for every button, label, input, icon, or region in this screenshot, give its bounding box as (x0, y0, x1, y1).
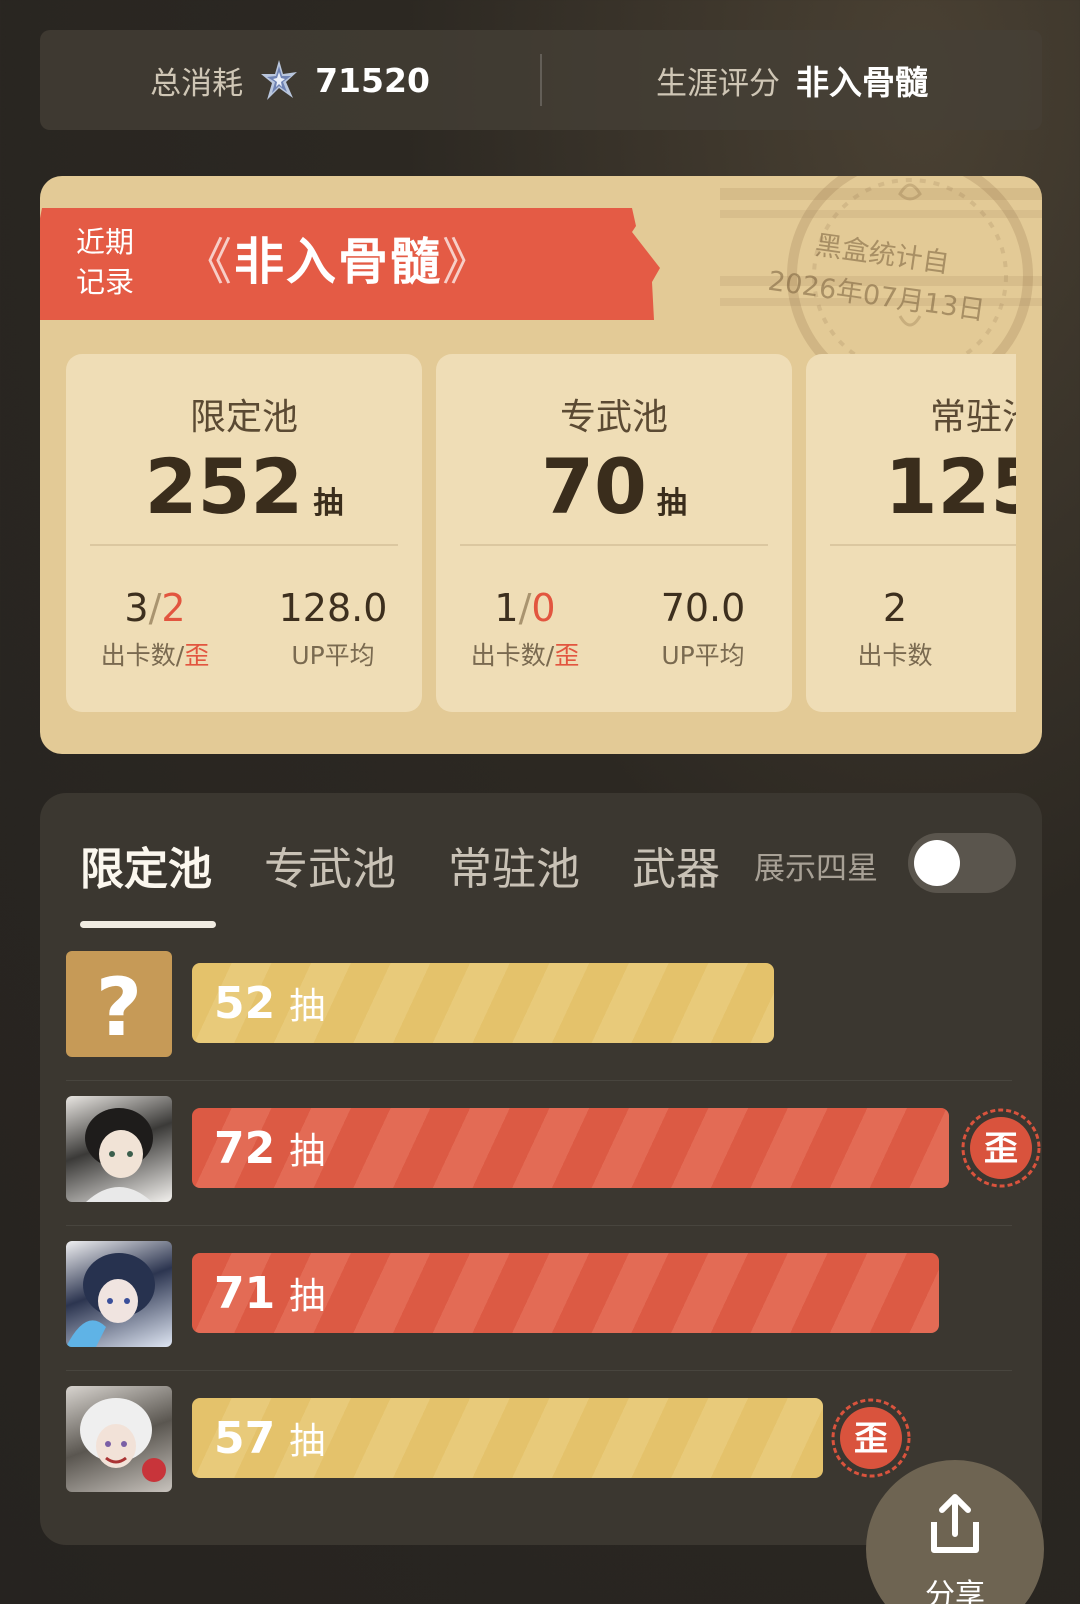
slash: / (148, 586, 162, 630)
pull-count: 52 (214, 977, 276, 1029)
ribbon-title: 《非入骨髓》 (182, 222, 494, 294)
out-count: 1 (494, 586, 519, 630)
pool-out-stat: 2 出卡数 (806, 586, 984, 672)
out-label: 出卡数/ (100, 641, 185, 670)
ribbon-label-line-1: 近期 (76, 225, 135, 259)
pull-count: 71 (214, 1267, 276, 1319)
career-score: 生涯评分 非入骨髓 (542, 56, 1042, 104)
recent-record-card: 黑盒统计自 2026年07月13日 近期 记录 《非入骨髓》 限定池 252 抽 … (40, 176, 1042, 754)
star-crystal-icon (261, 60, 298, 100)
pool-name: 限定池 (189, 397, 298, 438)
career-score-label: 生涯评分 (656, 65, 780, 102)
pool-avg-stat: 平均 (984, 586, 1016, 628)
pool-tabs: 限定池 专武池 常驻池 武器 (80, 833, 772, 897)
pull-bar: 71 抽 (192, 1253, 939, 1333)
laurel-left-icon: 《 (182, 233, 234, 291)
off-banner-badge-icon: 歪 (961, 1108, 1041, 1188)
wai-label: 歪 (554, 641, 580, 670)
tab-limited[interactable]: 限定池 (80, 833, 212, 897)
total-cost: 总消耗 71520 (40, 58, 540, 103)
wai-count: 0 (531, 586, 556, 630)
pool-count-number: 252 (144, 442, 304, 531)
history-row[interactable]: ? 52 抽 (66, 951, 1012, 1081)
character-avatar-3 (66, 1386, 172, 1492)
pull-unit: 抽 (289, 1131, 326, 1172)
pool-out-stat: 3/2 出卡数/歪 (66, 586, 244, 672)
avg-label: UP平均 (291, 641, 375, 670)
pool-avg-stat: 128.0 UP平均 (244, 586, 422, 672)
pull-bar: 57 抽 (192, 1398, 823, 1478)
pool-count-number: 125 (884, 442, 1016, 531)
tab-weapon[interactable]: 专武池 (264, 833, 396, 897)
pull-unit: 抽 (289, 1421, 326, 1462)
wai-label: 歪 (184, 641, 210, 670)
out-label: 出卡数/ (470, 641, 555, 670)
out-label: 出卡数 (857, 641, 933, 670)
pool-card-weapon[interactable]: 专武池 70 抽 1/0 出卡数/歪 70.0 UP平均 (436, 354, 792, 712)
pool-count: 125抽 (806, 442, 1016, 531)
active-tab-indicator (80, 921, 216, 928)
slash: / (518, 586, 532, 630)
wai-count: 2 (161, 586, 186, 630)
toggle-knob (914, 840, 960, 886)
pool-card-standard[interactable]: 常驻池 125抽 2 出卡数 平均 (806, 354, 1016, 712)
pull-count: 72 (214, 1122, 276, 1174)
pool-divider (460, 544, 768, 546)
pull-bar: 72 抽 (192, 1108, 949, 1188)
wai-badge-text: 歪 (984, 1129, 1018, 1169)
pool-count-number: 70 (541, 442, 647, 531)
ribbon-label-line-2: 记录 (76, 265, 135, 299)
pool-count-unit: 抽 (313, 486, 344, 521)
pool-name: 常驻池 (929, 397, 1016, 438)
ribbon-recent-label: 近期 记录 (76, 222, 134, 302)
svg-text:?: ? (96, 961, 142, 1054)
row-divider (66, 1370, 1012, 1371)
pull-unit: 抽 (289, 986, 326, 1027)
total-cost-value: 71520 (315, 60, 430, 100)
tab-standard[interactable]: 常驻池 (448, 833, 580, 897)
avg-value: 70.0 (660, 586, 746, 630)
avg-label: UP平均 (661, 641, 745, 670)
out-count: 2 (882, 586, 908, 630)
history-row[interactable]: 72 抽 歪 (66, 1096, 1041, 1226)
pool-divider (90, 544, 398, 546)
summary-bar: 总消耗 71520 生涯评分 非入骨髓 (40, 30, 1042, 130)
share-label: 分享 (925, 1578, 985, 1604)
pool-divider (830, 544, 1016, 546)
total-cost-label: 总消耗 (150, 65, 244, 102)
pool-card-limited[interactable]: 限定池 252 抽 3/2 出卡数/歪 128.0 UP平均 (66, 354, 422, 712)
row-divider (66, 1080, 1012, 1081)
history-row[interactable]: 57 抽 歪 (66, 1386, 1012, 1496)
pool-avg-stat: 70.0 UP平均 (614, 586, 792, 672)
pull-unit: 抽 (289, 1276, 326, 1317)
row-divider (66, 1225, 1012, 1226)
pool-count: 70 抽 (436, 442, 792, 531)
pool-out-stat: 1/0 出卡数/歪 (436, 586, 614, 672)
avg-label: 平均 (984, 592, 1016, 628)
ribbon-title-text: 非入骨髓 (234, 233, 442, 291)
wai-badge-text: 歪 (854, 1419, 888, 1459)
pool-count-unit: 抽 (656, 486, 687, 521)
show-four-star-toggle[interactable] (908, 833, 1016, 893)
character-avatar-1 (66, 1096, 172, 1202)
laurel-right-icon: 》 (442, 233, 494, 291)
career-score-value: 非入骨髓 (796, 63, 928, 102)
avg-value: 128.0 (278, 586, 388, 630)
off-banner-badge-icon: 歪 (831, 1398, 911, 1478)
show-four-star-label: 展示四星 (754, 851, 878, 887)
unknown-icon: ? (66, 951, 172, 1057)
pull-history-panel: 限定池 专武池 常驻池 武器 展示四星 ? 52 抽 72 抽 歪 71 抽 5… (40, 793, 1042, 1545)
share-icon (931, 1494, 979, 1553)
history-row[interactable]: 71 抽 (66, 1241, 1012, 1371)
pull-bar: 52 抽 (192, 963, 774, 1043)
pool-name: 专武池 (559, 397, 668, 438)
pool-count: 252 抽 (66, 442, 422, 531)
pool-carousel[interactable]: 限定池 252 抽 3/2 出卡数/歪 128.0 UP平均 专武池 70 抽 1/… (66, 354, 1016, 712)
out-count: 3 (124, 586, 149, 630)
tab-arms[interactable]: 武器 (632, 833, 720, 897)
character-avatar-2 (66, 1241, 172, 1347)
pull-count: 57 (214, 1412, 276, 1464)
